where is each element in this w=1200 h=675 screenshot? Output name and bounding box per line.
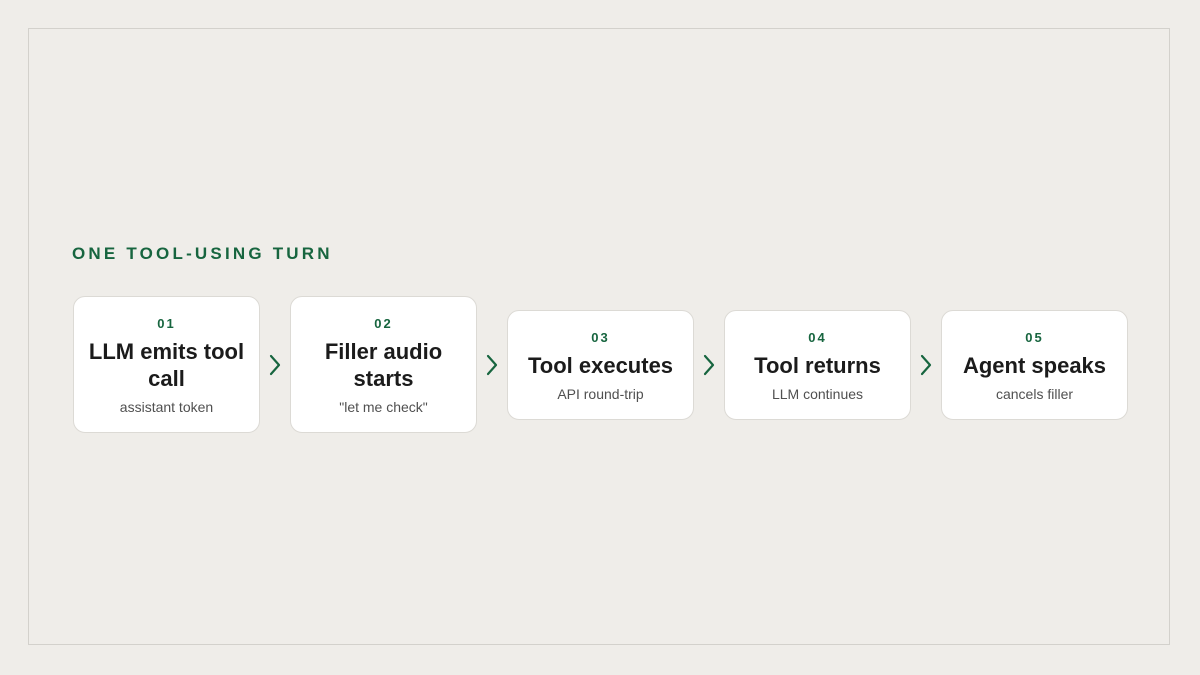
step-title: Filler audio starts	[324, 339, 443, 391]
step-title: Tool returns	[754, 352, 881, 378]
step-number: 01	[157, 316, 176, 331]
chevron-right-icon	[260, 345, 290, 385]
process-flow: 01 LLM emits tool call assistant token 0…	[73, 296, 1128, 433]
step-card-5: 05 Agent speaks cancels filler	[941, 309, 1128, 420]
step-subtitle: LLM continues	[771, 385, 864, 402]
step-subtitle: API round-trip	[557, 385, 644, 402]
step-subtitle: cancels filler	[995, 385, 1074, 402]
step-subtitle: "let me check"	[339, 399, 428, 415]
step-number: 05	[1025, 329, 1044, 345]
step-card-1: 01 LLM emits tool call assistant token	[73, 296, 260, 433]
step-number: 04	[808, 329, 827, 345]
step-title: Tool executes	[527, 352, 674, 378]
step-subtitle: assistant token	[119, 399, 214, 415]
chevron-right-icon	[477, 345, 507, 385]
chevron-right-icon	[911, 345, 941, 385]
step-title: Agent speaks	[962, 352, 1107, 378]
step-title: LLM emits tool call	[88, 339, 245, 391]
chevron-right-icon	[694, 345, 724, 385]
step-card-3: 03 Tool executes API round-trip	[507, 309, 694, 420]
step-card-2: 02 Filler audio starts "let me check"	[290, 296, 477, 433]
step-number: 03	[591, 329, 610, 345]
step-card-4: 04 Tool returns LLM continues	[724, 309, 911, 420]
step-number: 02	[374, 316, 393, 331]
section-title: ONE TOOL-USING TURN	[72, 244, 333, 263]
